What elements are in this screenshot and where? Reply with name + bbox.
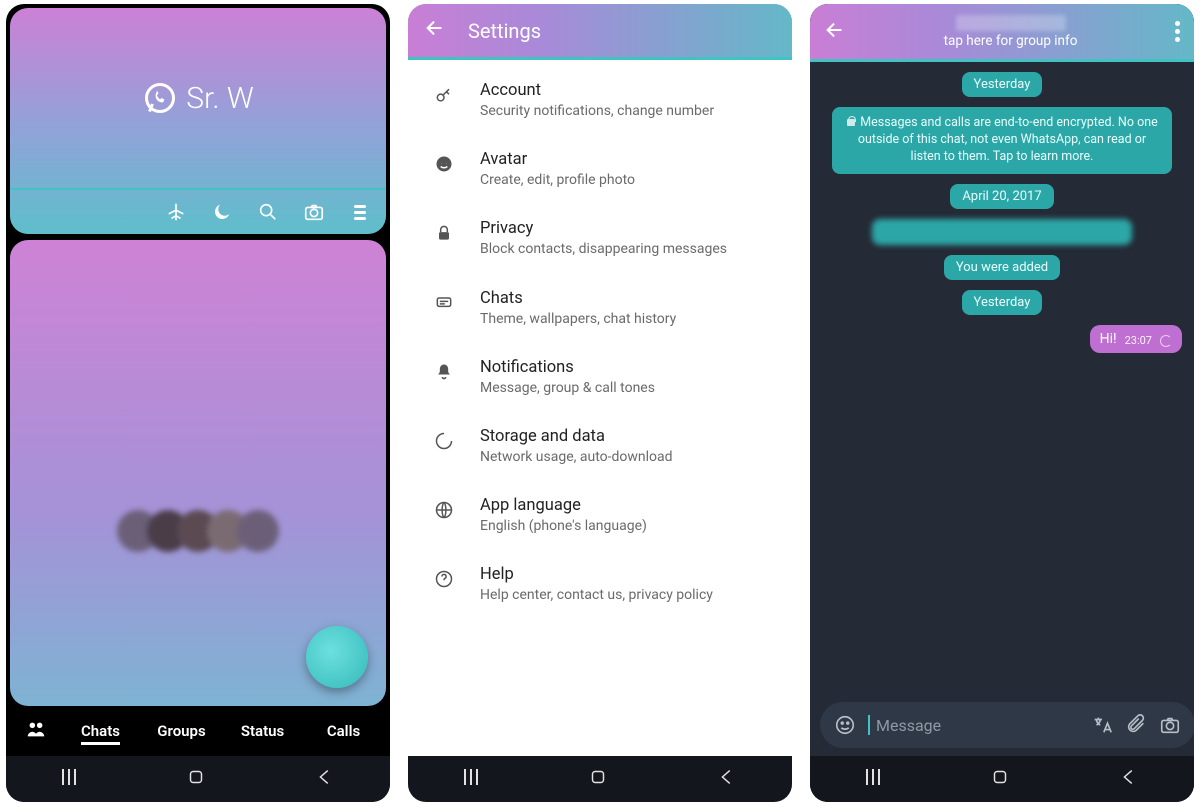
airplane-icon[interactable] [164,200,188,224]
home-body-card [10,240,386,706]
search-icon[interactable] [256,200,280,224]
spinner-icon [432,429,456,453]
moon-icon[interactable] [210,200,234,224]
chat-title-area[interactable]: tap here for group info [862,15,1159,49]
item-title: Avatar [480,150,635,169]
tab-chats[interactable]: Chats [60,722,141,740]
avatar-icon [432,152,456,176]
emoji-icon[interactable] [834,714,856,736]
item-sub: Block contacts, disappearing messages [480,240,727,258]
date-chip: Yesterday [962,72,1043,97]
chat-icon [432,291,456,315]
home-toolbar [10,188,386,234]
android-nav-bar [408,756,792,802]
bell-icon [432,360,456,384]
item-sub: Message, group & call tones [480,379,655,397]
item-sub: Create, edit, profile photo [480,171,635,189]
item-title: Notifications [480,358,655,377]
settings-item-account[interactable]: Account Security notifications, change nu… [408,66,792,135]
tab-status[interactable]: Status [222,722,303,740]
item-sub: Help center, contact us, privacy policy [480,586,713,604]
chat-header[interactable]: tap here for group info [810,4,1194,62]
settings-header: Settings [408,4,792,60]
message-input[interactable] [868,715,1079,735]
encryption-notice[interactable]: Messages and calls are end-to-end encryp… [832,107,1172,174]
brand-text: Sr. W [186,81,253,116]
item-sub: Theme, wallpapers, chat history [480,310,676,328]
item-title: Storage and data [480,427,673,446]
composer-pill [820,702,1194,748]
nav-home-icon[interactable] [185,766,207,792]
settings-item-avatar[interactable]: Avatar Create, edit, profile photo [408,135,792,204]
story-avatars-blurred [123,510,273,552]
item-sub: Security notifications, change number [480,102,714,120]
date-chip: Yesterday [962,290,1043,315]
chat-body: Yesterday Messages and calls are end-to-… [810,62,1194,694]
settings-item-help[interactable]: Help Help center, contact us, privacy pol… [408,550,792,619]
whatsapp-logo-icon [142,80,178,116]
outgoing-message[interactable]: Hi! 23:07 [1090,325,1182,353]
item-sub: English (phone's language) [480,517,647,535]
item-title: Privacy [480,219,727,238]
attach-icon[interactable] [1125,714,1147,736]
nav-recents-icon[interactable] [462,769,480,789]
settings-item-language[interactable]: App language English (phone's language) [408,481,792,550]
system-msg-redacted [872,219,1132,245]
date-chip: April 20, 2017 [950,184,1053,209]
app-brand: Sr. W [10,8,386,188]
android-nav-bar [6,756,390,802]
back-icon[interactable] [424,17,446,44]
new-chat-fab[interactable] [306,626,368,688]
system-chip-added: You were added [944,255,1060,280]
item-title: Account [480,81,714,100]
settings-item-privacy[interactable]: Privacy Block contacts, disappearing mess… [408,204,792,273]
android-nav-bar [810,756,1194,802]
nav-home-icon[interactable] [587,766,609,792]
chat-subtitle: tap here for group info [862,33,1159,49]
lock-icon [846,116,856,126]
item-sub: Network usage, auto-download [480,448,673,466]
pending-icon [1160,335,1172,347]
item-title: Chats [480,289,676,308]
globe-icon [432,498,456,522]
bottom-tabs: Chats Groups Status Calls [6,706,390,756]
msg-text: Hi! [1100,331,1117,347]
home-header-card: Sr. W [10,8,386,234]
camera-icon[interactable] [1159,714,1181,736]
settings-title: Settings [468,19,541,43]
nav-back-icon[interactable] [716,766,738,792]
nav-home-icon[interactable] [989,766,1011,792]
back-icon[interactable] [824,19,846,45]
nav-back-icon[interactable] [1118,766,1140,792]
nav-back-icon[interactable] [314,766,336,792]
group-name-redacted [956,15,1066,31]
key-icon [432,83,456,107]
community-tab-icon[interactable] [12,718,60,744]
settings-list: Account Security notifications, change nu… [408,60,792,756]
msg-time: 23:07 [1125,334,1152,347]
settings-item-chats[interactable]: Chats Theme, wallpapers, chat history [408,274,792,343]
nav-recents-icon[interactable] [60,769,78,789]
item-title: Help [480,565,713,584]
item-title: App language [480,496,647,515]
composer [810,694,1194,756]
more-icon[interactable] [1175,21,1180,42]
settings-item-storage[interactable]: Storage and data Network usage, auto-down… [408,412,792,481]
translate-icon[interactable] [1091,714,1113,736]
settings-item-notifications[interactable]: Notifications Message, group & call tones [408,343,792,412]
menu-icon[interactable] [348,200,372,224]
help-icon [432,567,456,591]
tab-groups[interactable]: Groups [141,722,222,740]
nav-recents-icon[interactable] [864,769,882,789]
lock-icon [432,221,456,245]
camera-icon[interactable] [302,200,326,224]
tab-calls[interactable]: Calls [303,722,384,740]
